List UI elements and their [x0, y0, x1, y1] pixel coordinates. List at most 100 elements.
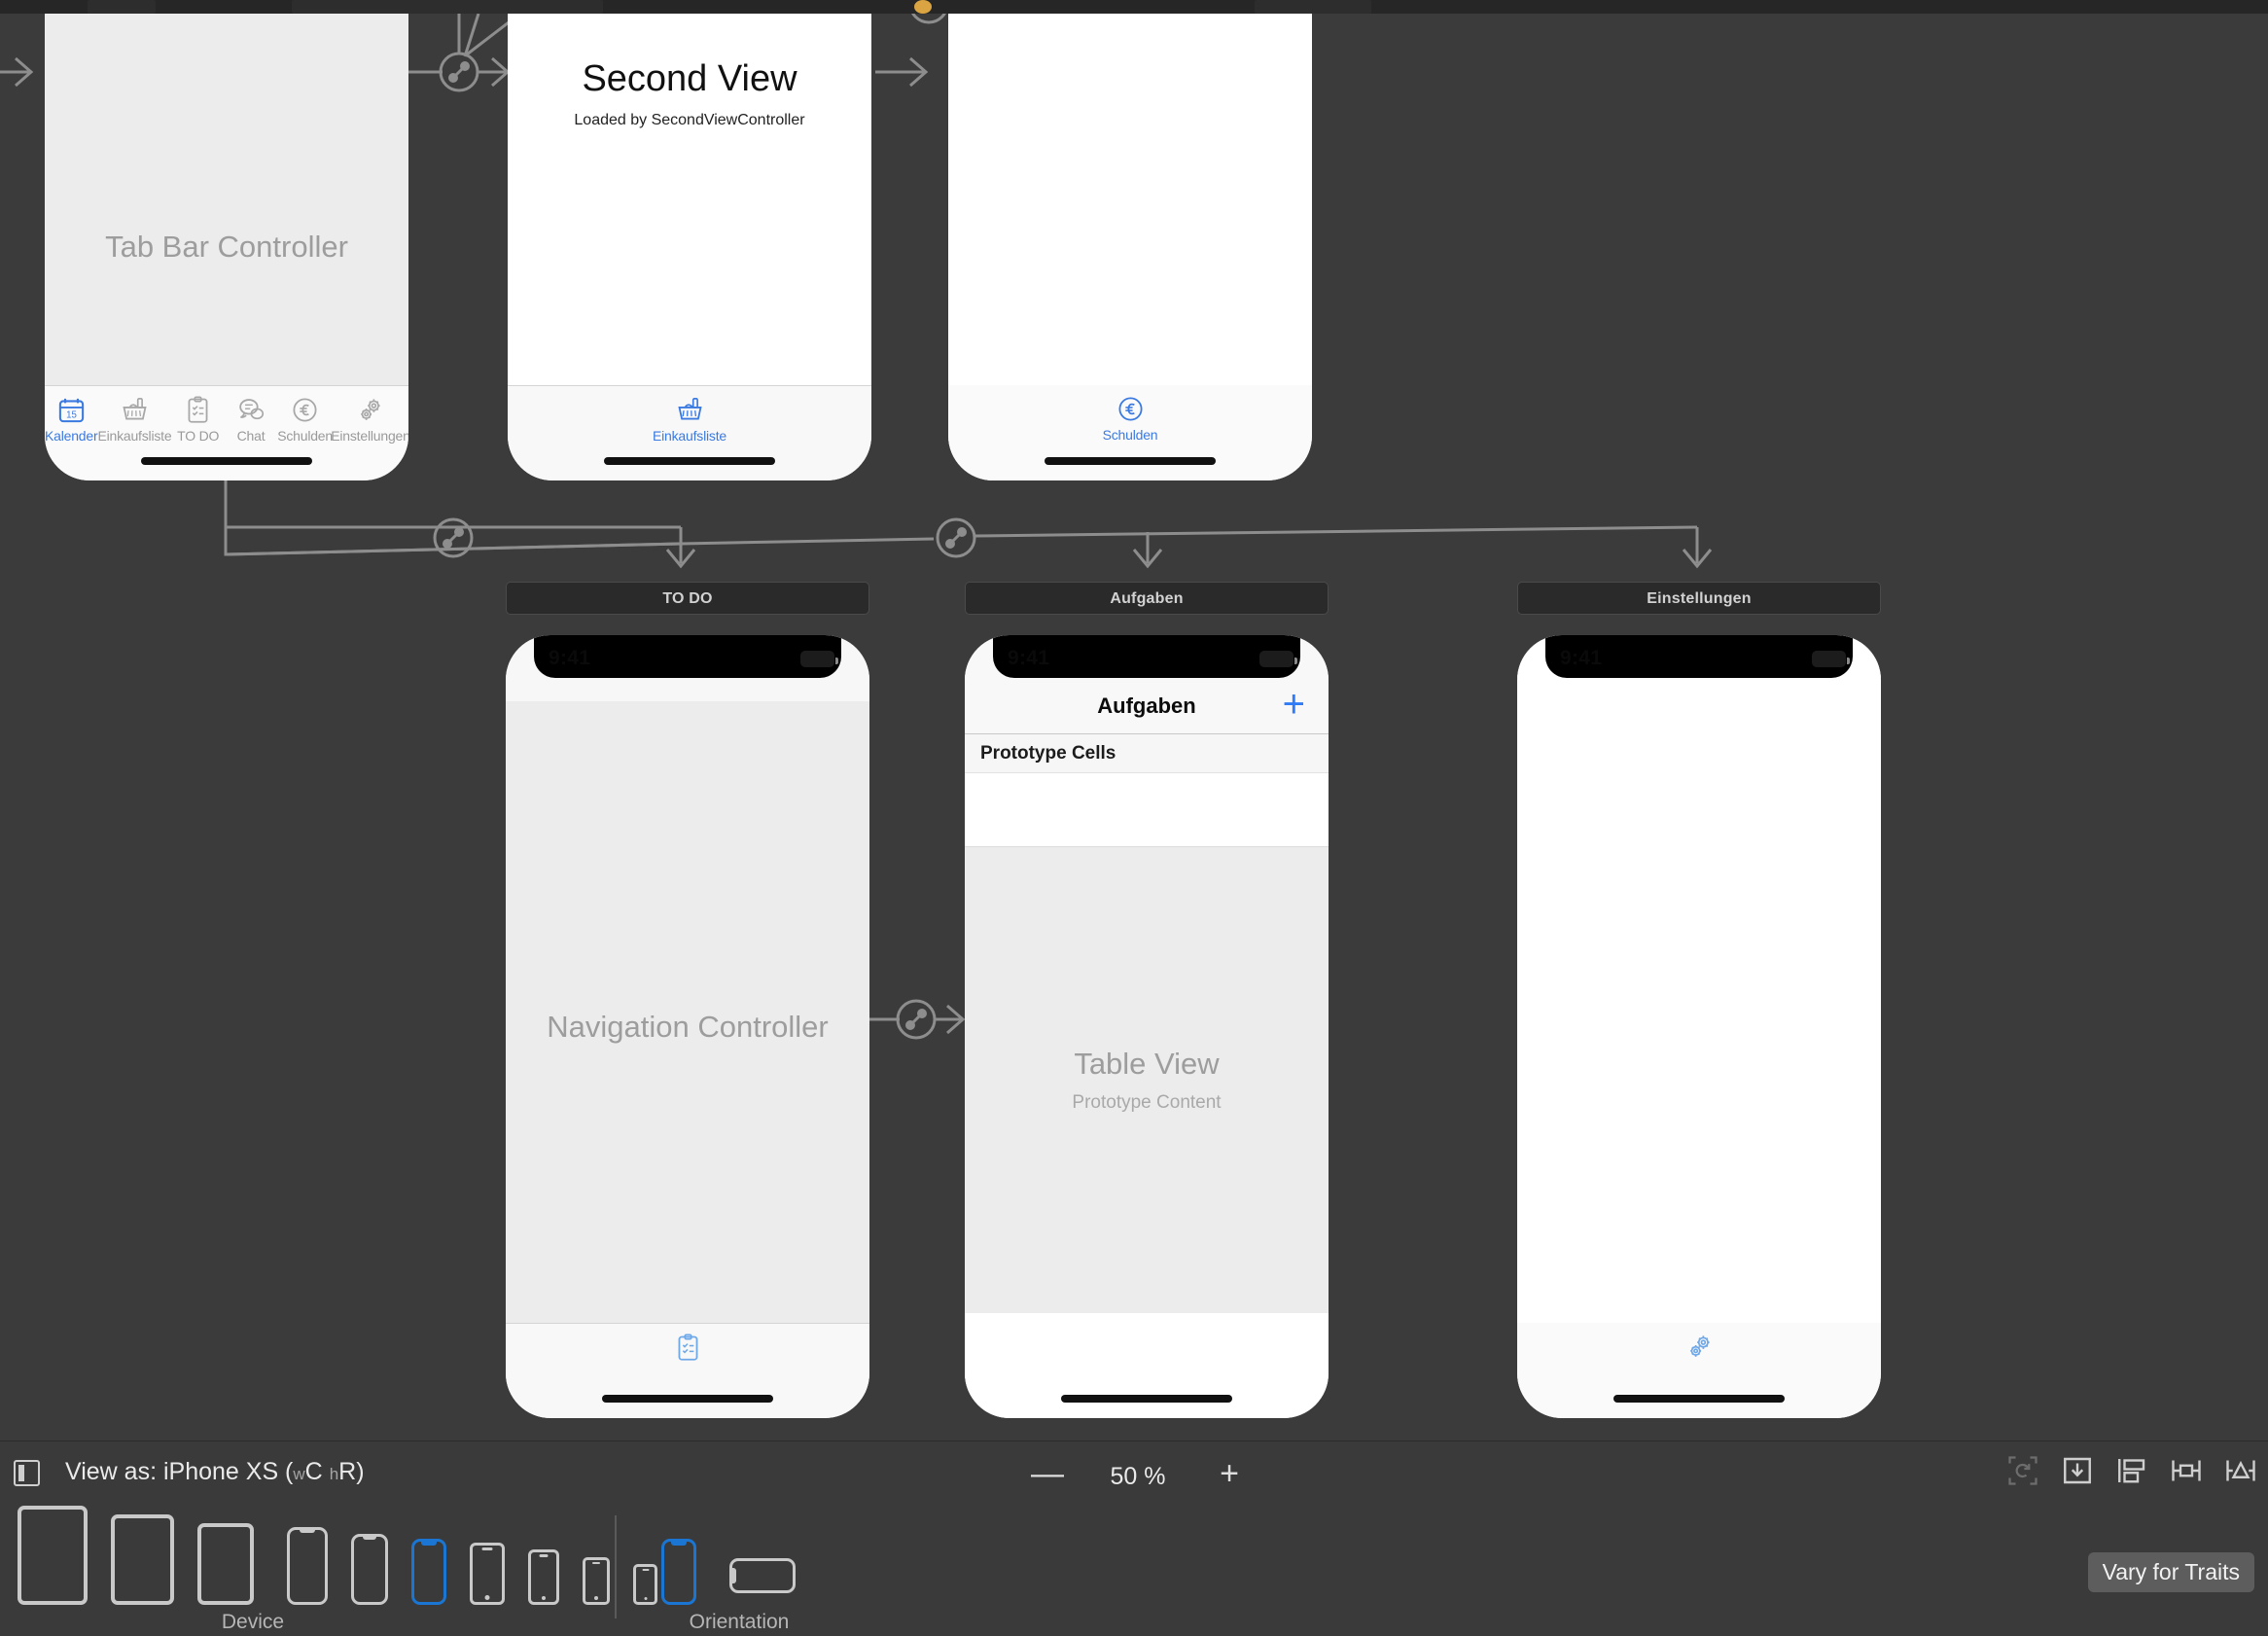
second-view-subheading: Loaded by SecondViewController — [574, 112, 805, 128]
update-frames-icon[interactable] — [2005, 1453, 2040, 1488]
basket-icon — [123, 398, 147, 420]
align-icon[interactable] — [2114, 1453, 2149, 1488]
view-as-width-key: w — [293, 1465, 305, 1483]
placeholder-title: Navigation Controller — [547, 1009, 829, 1044]
home-indicator — [141, 457, 312, 465]
scene-title-todo[interactable]: TO DO — [506, 582, 869, 615]
tab-item-kalender[interactable]: 15 Kalender — [45, 395, 98, 444]
euro-circle-icon — [293, 398, 317, 422]
scene-tab-bar-controller[interactable]: Tab Bar Controller 15 Kalender Einkaufsl… — [45, 14, 408, 480]
prototype-cell[interactable] — [965, 773, 1329, 847]
tab-item-schulden[interactable]: Schulden — [277, 395, 333, 444]
add-constraints-icon[interactable] — [2169, 1453, 2204, 1488]
device-picker[interactable] — [10, 1506, 669, 1605]
orientation-option-portrait[interactable] — [661, 1539, 696, 1605]
tab-item-todo[interactable] — [650, 1333, 726, 1366]
tab-item-einkaufsliste[interactable]: Einkaufsliste — [652, 395, 727, 444]
tab-bar[interactable] — [1517, 1323, 1881, 1418]
home-indicator — [604, 457, 775, 465]
device-frame-aufgaben-table[interactable]: 9:41 Aufgaben + Prototype Cells Table Vi… — [965, 635, 1329, 1418]
tab-bar[interactable]: Schulden — [948, 385, 1312, 480]
tab-bar[interactable]: Einkaufsliste — [508, 385, 871, 480]
view-as-label[interactable]: View as: iPhone XS (wC hR) — [65, 1458, 365, 1486]
calendar-icon: 15 — [58, 398, 84, 423]
zoom-controls: — 50 % + — [1031, 1455, 1245, 1494]
tab-item-einkaufsliste[interactable]: Einkaufsliste — [97, 395, 172, 444]
tab-label: Kalender — [45, 428, 98, 444]
tab-item-todo[interactable]: TO DO — [171, 395, 224, 444]
second-view-heading: Second View — [582, 58, 797, 99]
clipboard-icon — [188, 396, 208, 423]
device-frame-navigation-controller[interactable]: 9:41 Navigation Controller — [506, 635, 869, 1418]
home-indicator — [1061, 1395, 1232, 1403]
section-header-label: Prototype Cells — [980, 742, 1116, 764]
device-option-iphone-8[interactable] — [528, 1549, 559, 1605]
tab-label: Einstellungen — [331, 428, 408, 444]
view-as-prefix: View as: iPhone XS ( — [65, 1458, 294, 1485]
device-frame-second-view[interactable]: Second View Loaded by SecondViewControll… — [508, 14, 871, 480]
storyboard-canvas[interactable]: Tab Bar Controller 15 Kalender Einkaufsl… — [0, 14, 2268, 1440]
device-option-iphone-xs[interactable] — [411, 1539, 446, 1605]
view-as-suffix: ) — [356, 1458, 365, 1485]
preview-panel-icon[interactable] — [14, 1460, 40, 1486]
gears-icon — [361, 399, 381, 420]
scene-aufgaben-table[interactable]: Aufgaben 9:41 Aufgaben + Prototype Cells… — [965, 582, 1329, 1418]
device-group-label: Device — [221, 1611, 285, 1633]
scene-title-aufgaben[interactable]: Aufgaben — [965, 582, 1329, 615]
resolve-issues-icon[interactable] — [2223, 1453, 2258, 1488]
tab-item-einstellungen[interactable] — [1661, 1332, 1737, 1365]
tab-item-schulden[interactable]: Schulden — [1092, 394, 1168, 443]
status-time: 9:41 — [1008, 647, 1050, 669]
tab-bar[interactable] — [506, 1323, 869, 1418]
device-option-iphone-se[interactable] — [583, 1557, 610, 1605]
scene-schulden-view[interactable]: Schulden — [948, 14, 1312, 480]
device-frame-tab-bar-controller[interactable]: Tab Bar Controller 15 Kalender Einkaufsl… — [45, 14, 408, 480]
scene-einstellungen[interactable]: Einstellungen 9:41 — [1517, 582, 1881, 1418]
navigation-bar: Aufgaben + — [965, 678, 1329, 734]
device-option-iphone-11-pro-max[interactable] — [287, 1527, 328, 1605]
scene-title-einstellungen[interactable]: Einstellungen — [1517, 582, 1881, 615]
battery-icon — [1812, 651, 1850, 667]
clipboard-icon — [678, 1334, 697, 1361]
orientation-picker[interactable] — [642, 1510, 807, 1605]
nav-title: Aufgaben — [1097, 693, 1196, 718]
tab-bar[interactable]: 15 Kalender Einkaufsliste TO DO Chat Sch… — [45, 385, 408, 480]
placeholder-title: Table View — [1074, 1047, 1220, 1081]
add-button[interactable]: + — [1283, 685, 1305, 724]
table-view-body[interactable]: Table View Prototype Content — [965, 847, 1329, 1313]
device-option-iphone-8-plus[interactable] — [470, 1543, 505, 1605]
table-section-header: Prototype Cells — [965, 734, 1329, 773]
device-option-ipad-pro-11[interactable] — [111, 1514, 174, 1605]
scene-navigation-controller[interactable]: TO DO 9:41 Navigation Controller — [506, 582, 869, 1418]
gears-icon — [1689, 1335, 1710, 1357]
device-option-ipad-pro-12-9[interactable] — [18, 1506, 88, 1605]
device-frame-einstellungen[interactable]: 9:41 — [1517, 635, 1881, 1418]
device-option-iphone-11-pro[interactable] — [351, 1534, 388, 1605]
vary-for-traits-button[interactable]: Vary for Traits — [2087, 1552, 2254, 1592]
home-indicator — [1613, 1395, 1785, 1403]
placeholder-subtitle: Prototype Content — [1072, 1092, 1222, 1113]
scene-second-view[interactable]: Second View Loaded by SecondViewControll… — [508, 14, 871, 480]
device-option-ipad-mini[interactable] — [197, 1523, 254, 1605]
view-as-height-key: h — [329, 1465, 339, 1483]
zoom-level-value[interactable]: 50 % — [1031, 1463, 1245, 1491]
zoom-in-button[interactable]: + — [1214, 1457, 1245, 1490]
orientation-option-landscape[interactable] — [729, 1558, 796, 1593]
embed-in-icon[interactable] — [2060, 1453, 2095, 1488]
tab-label: Einkaufsliste — [653, 428, 726, 444]
placeholder-title: Tab Bar Controller — [105, 230, 348, 264]
tab-item-chat[interactable]: Chat — [225, 395, 277, 444]
placeholder-navigation-controller: Navigation Controller — [506, 635, 869, 1418]
tab-item-einstellungen[interactable]: Einstellungen — [331, 395, 408, 444]
basket-icon — [677, 398, 702, 420]
auto-layout-button-group — [2005, 1453, 2258, 1488]
section-divider — [615, 1515, 617, 1618]
editor-top-strip — [0, 0, 2268, 14]
canvas-bottom-toolbar: View as: iPhone XS (wC hR) — 50 % + — [0, 1440, 2268, 1504]
home-indicator — [602, 1395, 773, 1403]
view-as-width-value: C — [304, 1458, 323, 1485]
device-frame-schulden-view[interactable]: Schulden — [948, 14, 1312, 480]
tab-label: Chat — [236, 428, 266, 444]
tab-label: TO DO — [177, 428, 220, 444]
chat-bubble-icon — [238, 399, 264, 420]
